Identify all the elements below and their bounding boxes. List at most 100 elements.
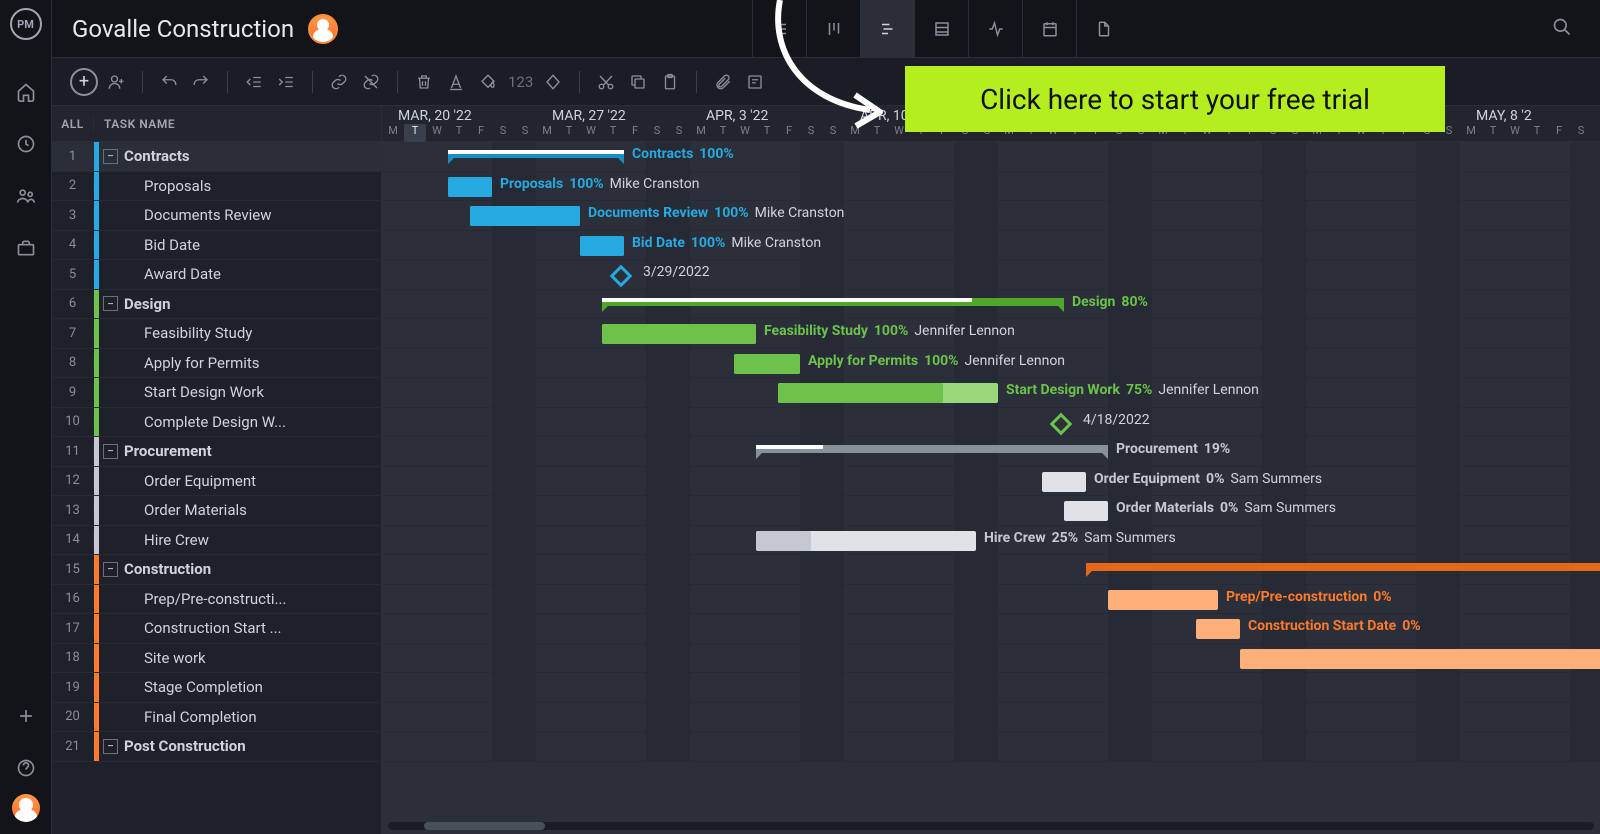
- summary-bar[interactable]: [602, 298, 1064, 306]
- task-row[interactable]: 5Award Date: [52, 260, 381, 290]
- task-row[interactable]: 21−Post Construction: [52, 732, 381, 762]
- delete-button[interactable]: [410, 68, 438, 96]
- app-logo[interactable]: PM: [10, 8, 42, 40]
- unlink-button[interactable]: [357, 68, 385, 96]
- expand-toggle-icon[interactable]: −: [103, 562, 118, 577]
- milestone-marker[interactable]: [610, 265, 633, 288]
- project-owner-avatar[interactable]: [308, 14, 338, 44]
- briefcase-icon[interactable]: [14, 236, 38, 260]
- header-all[interactable]: ALL: [52, 117, 94, 131]
- fill-button[interactable]: [474, 68, 502, 96]
- task-bar[interactable]: [580, 236, 624, 256]
- add-task-button[interactable]: +: [70, 68, 98, 96]
- milestone-marker[interactable]: [1050, 412, 1073, 435]
- task-bar[interactable]: [778, 383, 998, 403]
- task-row[interactable]: 7Feasibility Study: [52, 319, 381, 349]
- task-row[interactable]: 9Start Design Work: [52, 378, 381, 408]
- horizontal-scrollbar[interactable]: [388, 822, 1594, 830]
- task-row[interactable]: 8Apply for Permits: [52, 349, 381, 379]
- paste-button[interactable]: [656, 68, 684, 96]
- free-trial-cta-button[interactable]: Click here to start your free trial: [905, 66, 1445, 132]
- list-view-tab[interactable]: [752, 0, 806, 57]
- percent-icon[interactable]: 123: [506, 73, 535, 91]
- gantt-view-tab[interactable]: [860, 0, 914, 57]
- outdent-button[interactable]: [240, 68, 268, 96]
- activity-view-tab[interactable]: [968, 0, 1022, 57]
- home-icon[interactable]: [14, 80, 38, 104]
- task-row[interactable]: 15−Construction: [52, 555, 381, 585]
- task-row[interactable]: 6−Design: [52, 290, 381, 320]
- expand-toggle-icon[interactable]: −: [103, 296, 118, 311]
- view-tabs: [752, 0, 1130, 57]
- task-bar[interactable]: [1064, 501, 1108, 521]
- task-name-cell: Post Construction: [124, 737, 381, 755]
- summary-bar[interactable]: [1086, 563, 1600, 571]
- project-title: Govalle Construction: [72, 15, 294, 43]
- header-task-name[interactable]: TASK NAME: [94, 117, 175, 131]
- expand-toggle-icon[interactable]: −: [103, 444, 118, 459]
- task-row[interactable]: 14Hire Crew: [52, 526, 381, 556]
- copy-button[interactable]: [624, 68, 652, 96]
- row-color-bar: [94, 290, 99, 319]
- task-bar[interactable]: [602, 324, 756, 344]
- task-row[interactable]: 11−Procurement: [52, 437, 381, 467]
- task-row[interactable]: 1−Contracts: [52, 142, 381, 172]
- task-row[interactable]: 19Stage Completion: [52, 673, 381, 703]
- sheet-view-tab[interactable]: [914, 0, 968, 57]
- attach-button[interactable]: [709, 68, 737, 96]
- row-color-bar: [94, 526, 99, 555]
- bar-label: Prep/Pre-construction 0%: [1226, 589, 1392, 605]
- recent-icon[interactable]: [14, 132, 38, 156]
- task-bar[interactable]: [1042, 472, 1086, 492]
- task-bar[interactable]: [734, 354, 800, 374]
- week-label: MAY, 8 '2: [1476, 108, 1532, 124]
- row-number: 14: [52, 532, 94, 547]
- task-row[interactable]: 20Final Completion: [52, 703, 381, 733]
- task-row[interactable]: 12Order Equipment: [52, 467, 381, 497]
- team-icon[interactable]: [14, 184, 38, 208]
- task-bar[interactable]: [1108, 590, 1218, 610]
- task-row[interactable]: 13Order Materials: [52, 496, 381, 526]
- task-row[interactable]: 17Construction Start ...: [52, 614, 381, 644]
- task-row[interactable]: 18Site work: [52, 644, 381, 674]
- help-icon[interactable]: [14, 756, 38, 780]
- task-bar[interactable]: [1196, 619, 1240, 639]
- task-row[interactable]: 3Documents Review: [52, 201, 381, 231]
- user-avatar[interactable]: [12, 794, 40, 822]
- task-bar[interactable]: [470, 206, 580, 226]
- scrollbar-thumb[interactable]: [424, 822, 545, 830]
- note-button[interactable]: [741, 68, 769, 96]
- expand-toggle-icon[interactable]: −: [103, 739, 118, 754]
- summary-bar[interactable]: [448, 150, 624, 158]
- task-row[interactable]: 2Proposals: [52, 172, 381, 202]
- day-label: M: [1460, 124, 1482, 142]
- undo-button[interactable]: [155, 68, 183, 96]
- task-row[interactable]: 10Complete Design W...: [52, 408, 381, 438]
- expand-toggle-icon[interactable]: −: [103, 149, 118, 164]
- redo-button[interactable]: [187, 68, 215, 96]
- task-bar[interactable]: [1240, 649, 1600, 669]
- task-row[interactable]: 16Prep/Pre-constructi...: [52, 585, 381, 615]
- indent-button[interactable]: [272, 68, 300, 96]
- row-number: 3: [52, 208, 94, 223]
- add-icon[interactable]: [14, 704, 38, 728]
- cut-button[interactable]: [592, 68, 620, 96]
- day-label: S: [668, 124, 690, 142]
- day-label: M: [844, 124, 866, 142]
- assign-button[interactable]: [102, 68, 130, 96]
- board-view-tab[interactable]: [806, 0, 860, 57]
- task-bar[interactable]: [756, 531, 976, 551]
- task-name-cell: Procurement: [124, 442, 381, 460]
- link-button[interactable]: [325, 68, 353, 96]
- task-name-cell: Apply for Permits: [144, 354, 381, 372]
- text-style-button[interactable]: [442, 68, 470, 96]
- search-icon[interactable]: [1544, 17, 1580, 41]
- task-bar[interactable]: [448, 177, 492, 197]
- file-view-tab[interactable]: [1076, 0, 1130, 57]
- summary-bar[interactable]: [756, 445, 1108, 453]
- calendar-view-tab[interactable]: [1022, 0, 1076, 57]
- task-row[interactable]: 4Bid Date: [52, 231, 381, 261]
- milestone-button[interactable]: [539, 68, 567, 96]
- bar-label: Procurement 19%: [1116, 441, 1230, 457]
- day-label: F: [624, 124, 646, 142]
